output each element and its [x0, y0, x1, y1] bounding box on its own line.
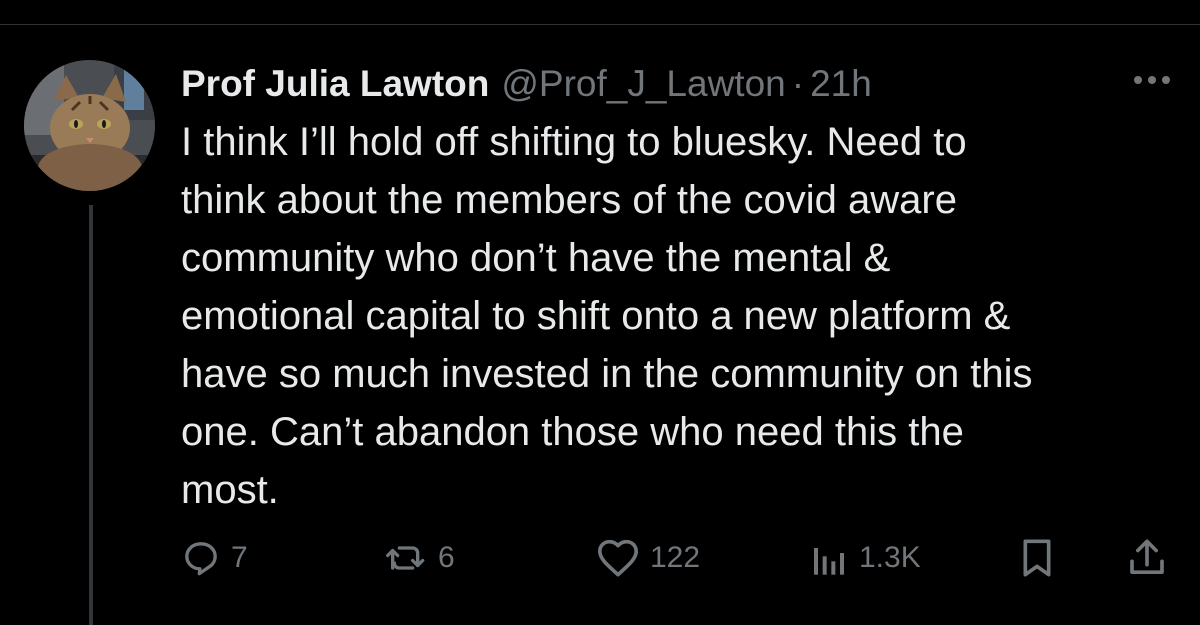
views-count: 1.3K [859, 541, 921, 574]
more-icon [1132, 73, 1172, 91]
tweet-text: I think I’ll hold off shifting to bluesk… [181, 120, 1033, 512]
separator-dot: · [791, 63, 805, 104]
share-button[interactable] [1127, 532, 1167, 584]
heart-icon [596, 538, 640, 578]
retweet-icon [384, 538, 428, 578]
action-bar: 7 6 122 1.3K [181, 532, 1171, 584]
more-button[interactable] [1124, 62, 1180, 102]
tweet-header: Prof Julia Lawton @Prof_J_Lawton · 21h [181, 59, 872, 109]
reply-count: 7 [231, 541, 248, 574]
author-handle[interactable]: @Prof_J_Lawton [501, 63, 785, 105]
retweet-count: 6 [438, 541, 455, 574]
reply-icon [181, 538, 221, 578]
author-name[interactable]: Prof Julia Lawton [181, 63, 489, 105]
reply-button[interactable]: 7 [181, 532, 248, 584]
avatar[interactable] [24, 60, 155, 191]
views-icon [809, 538, 849, 578]
bookmark-icon [1017, 536, 1057, 580]
share-icon [1127, 536, 1167, 580]
like-button[interactable]: 122 [596, 532, 700, 584]
top-divider [0, 24, 1200, 25]
avatar-image [24, 60, 155, 191]
timestamp[interactable]: 21h [810, 63, 872, 105]
views-button[interactable]: 1.3K [809, 532, 921, 584]
like-count: 122 [650, 541, 701, 574]
thread-line [89, 205, 93, 625]
retweet-button[interactable]: 6 [384, 532, 455, 584]
bookmark-button[interactable] [1017, 532, 1057, 584]
